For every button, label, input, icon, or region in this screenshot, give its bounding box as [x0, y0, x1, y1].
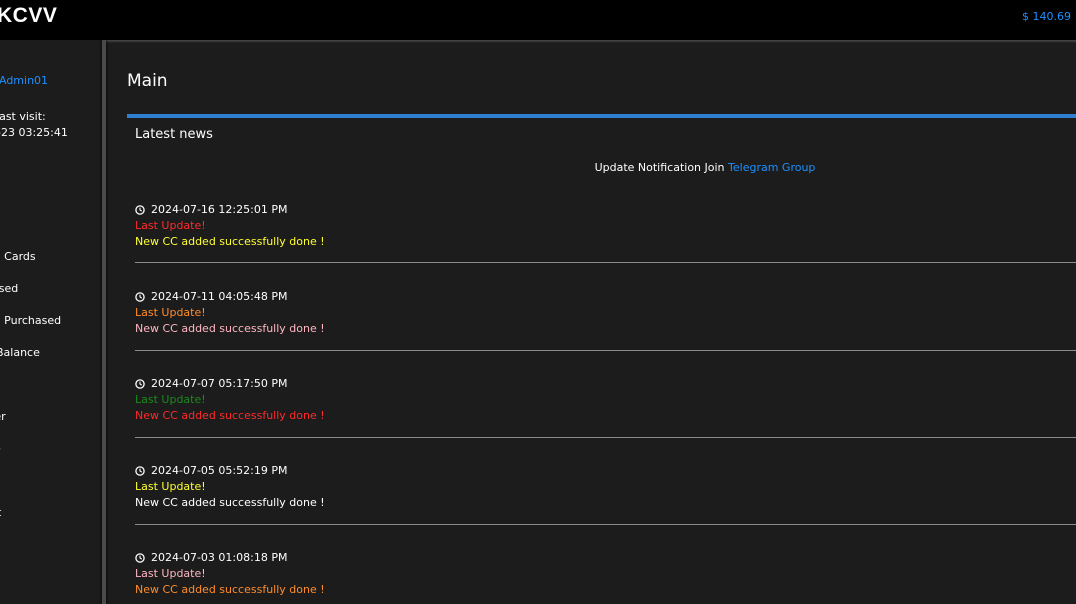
clock-icon [135, 553, 145, 563]
news-label: Last Update! [135, 393, 206, 406]
news-item: 2024-07-07 05:17:50 PM Last Update! New … [135, 376, 1076, 424]
telegram-group-link[interactable]: Telegram Group [728, 161, 815, 174]
news-label: Last Update! [135, 306, 206, 319]
news-label: Last Update! [135, 480, 206, 493]
news-message: New CC added successfully done ! [135, 583, 325, 596]
news-label: Last Update! [135, 567, 206, 580]
sidebar-item-logout[interactable]: ut [0, 506, 1, 519]
balance-display[interactable]: $ 140.69 [1022, 10, 1071, 23]
news-message: New CC added successfully done ! [135, 235, 325, 248]
news-time: 2024-07-16 12:25:01 PM [151, 203, 288, 216]
news-divider [135, 524, 1076, 525]
news-item: 2024-07-16 12:25:01 PM Last Update! New … [135, 202, 1076, 250]
news-divider [135, 350, 1076, 351]
main-content: Main Latest news Update Notification Joi… [106, 40, 1076, 604]
news-item: 2024-07-11 04:05:48 PM Last Update! New … [135, 289, 1076, 337]
last-visit-label: r last visit: [0, 110, 46, 123]
news-divider [135, 437, 1076, 438]
sidebar-item-premium-cards[interactable]: um Cards [0, 250, 36, 263]
clock-icon [135, 379, 145, 389]
sidebar-item-ter[interactable]: ter [0, 410, 6, 423]
clock-icon [135, 205, 145, 215]
username[interactable]: Admin01 [0, 74, 48, 87]
sidebar-item-e[interactable]: e [0, 442, 1, 455]
notice-text: Update Notification Join [594, 161, 725, 174]
news-time: 2024-07-05 05:52:19 PM [151, 464, 288, 477]
sidebar-item-balance[interactable]: Balance [0, 346, 40, 359]
title-underline [127, 114, 1076, 118]
update-notice: Update Notification Join Telegram Group [106, 161, 1076, 174]
news-divider [135, 262, 1076, 263]
last-visit-value: 07-23 03:25:41 [0, 126, 68, 139]
news-item: 2024-07-05 05:52:19 PM Last Update! New … [135, 463, 1076, 511]
clock-icon [135, 466, 145, 476]
news-message: New CC added successfully done ! [135, 322, 325, 335]
news-label: Last Update! [135, 219, 206, 232]
news-title: Latest news [135, 127, 213, 142]
brand-logo[interactable]: KCVV [0, 4, 57, 28]
news-time: 2024-07-11 04:05:48 PM [151, 290, 288, 303]
sidebar: me Admin01 r last visit: 07-23 03:25:41 … [0, 40, 102, 604]
clock-icon [135, 292, 145, 302]
sidebar-item-premium-purchased[interactable]: um Purchased [0, 314, 61, 327]
news-message: New CC added successfully done ! [135, 496, 325, 509]
welcome-text: me Admin01 [0, 74, 48, 87]
top-bar: KCVV $ 140.69 [0, 0, 1076, 40]
news-time: 2024-07-07 05:17:50 PM [151, 377, 288, 390]
page-title: Main [127, 71, 168, 91]
sidebar-item-purchased[interactable]: ased [0, 282, 18, 295]
news-item: 2024-07-03 01:08:18 PM Last Update! New … [135, 550, 1076, 598]
news-message: New CC added successfully done ! [135, 409, 325, 422]
news-time: 2024-07-03 01:08:18 PM [151, 551, 288, 564]
